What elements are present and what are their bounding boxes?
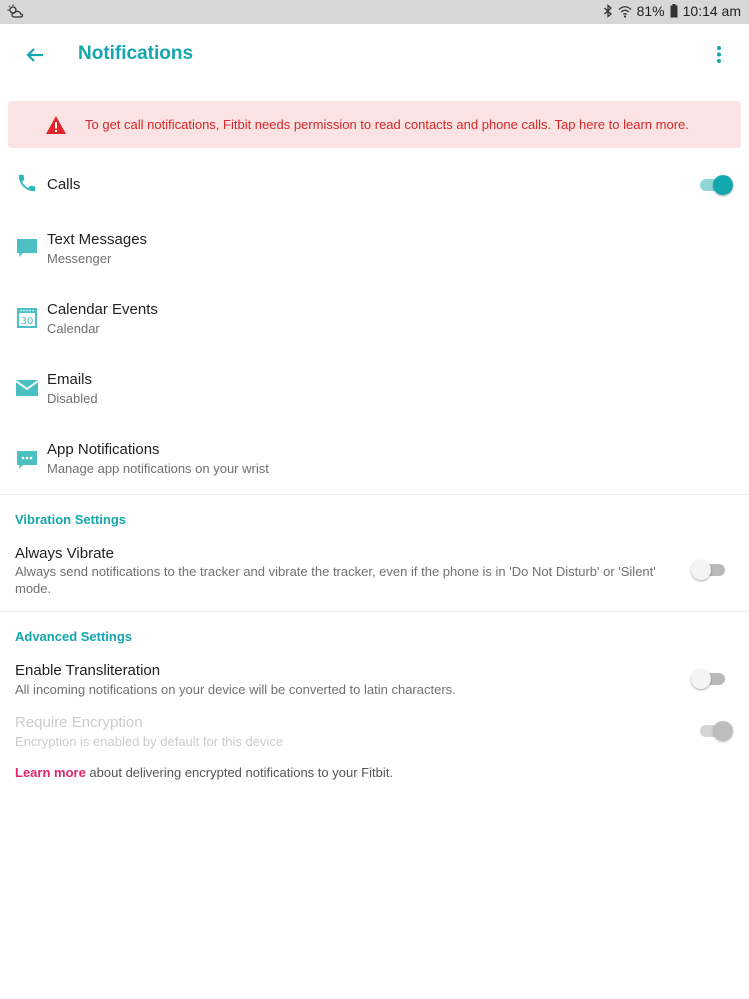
notification-row-calendar-events[interactable]: 30 Calendar Events Calendar xyxy=(0,292,749,352)
notification-row-text-messages[interactable]: Text Messages Messenger xyxy=(0,222,749,282)
section-title-advanced: Advanced Settings xyxy=(15,629,133,644)
encryption-toggle xyxy=(700,720,734,742)
calendar-icon: 30 xyxy=(16,307,38,329)
row-subtitle: Disabled xyxy=(47,391,98,406)
app-bar: Notifications xyxy=(0,24,749,86)
clock: 10:14 am xyxy=(682,3,741,19)
row-subtitle: Manage app notifications on your wrist xyxy=(47,461,269,476)
learn-more-link[interactable]: Learn more xyxy=(15,765,86,780)
setting-title: Always Vibrate xyxy=(15,545,114,562)
notification-row-app-notifications[interactable]: App Notifications Manage app notificatio… xyxy=(0,432,749,492)
section-title-vibration: Vibration Settings xyxy=(15,512,126,527)
arrow-back-icon xyxy=(26,48,43,62)
warning-icon xyxy=(45,115,67,135)
row-subtitle: Messenger xyxy=(47,251,112,266)
back-button[interactable] xyxy=(20,40,50,70)
setting-always-vibrate[interactable]: Always Vibrate Always send notifications… xyxy=(0,540,749,602)
wifi-icon xyxy=(618,5,632,18)
setting-title: Enable Transliteration xyxy=(15,662,161,679)
footer-text: about delivering encrypted notifications… xyxy=(85,765,393,780)
encryption-footer-note: Learn more about delivering encrypted no… xyxy=(15,765,393,780)
phone-icon xyxy=(16,172,38,194)
setting-subtitle: All incoming notifications on your devic… xyxy=(15,682,456,697)
page-title: Notifications xyxy=(78,43,194,64)
bluetooth-icon xyxy=(603,4,613,18)
more-vert-icon xyxy=(717,46,721,63)
divider xyxy=(0,494,749,495)
svg-text:30: 30 xyxy=(21,316,34,327)
setting-subtitle: Always send notifications to the tracker… xyxy=(15,564,656,596)
status-bar: 81% 10:14 am xyxy=(0,0,749,24)
row-title: Text Messages xyxy=(47,231,148,248)
setting-require-encryption: Require Encryption Encryption is enabled… xyxy=(0,710,749,756)
battery-icon xyxy=(670,4,678,18)
calls-toggle[interactable] xyxy=(700,174,734,196)
banner-message: To get call notifications, Fitbit needs … xyxy=(85,117,689,132)
overflow-menu-button[interactable] xyxy=(707,40,731,70)
transliteration-toggle[interactable] xyxy=(691,668,727,690)
permission-banner[interactable]: To get call notifications, Fitbit needs … xyxy=(8,101,741,148)
always-vibrate-toggle[interactable] xyxy=(691,559,727,581)
chat-bubble-icon xyxy=(16,237,38,259)
row-title: App Notifications xyxy=(47,441,160,458)
setting-subtitle: Encryption is enabled by default for thi… xyxy=(15,734,284,749)
row-title: Emails xyxy=(47,371,93,388)
divider xyxy=(0,611,749,612)
row-title: Calls xyxy=(47,176,81,193)
weather-icon xyxy=(7,4,25,20)
notification-row-emails[interactable]: Emails Disabled xyxy=(0,362,749,422)
battery-percent: 81% xyxy=(636,3,665,19)
row-subtitle: Calendar xyxy=(47,321,100,336)
row-title: Calendar Events xyxy=(47,301,158,318)
app-chat-icon xyxy=(16,449,38,471)
setting-title: Require Encryption xyxy=(15,714,143,731)
setting-transliteration[interactable]: Enable Transliteration All incoming noti… xyxy=(0,657,749,703)
notification-row-calls[interactable]: Calls xyxy=(0,160,749,210)
envelope-icon xyxy=(15,379,39,401)
